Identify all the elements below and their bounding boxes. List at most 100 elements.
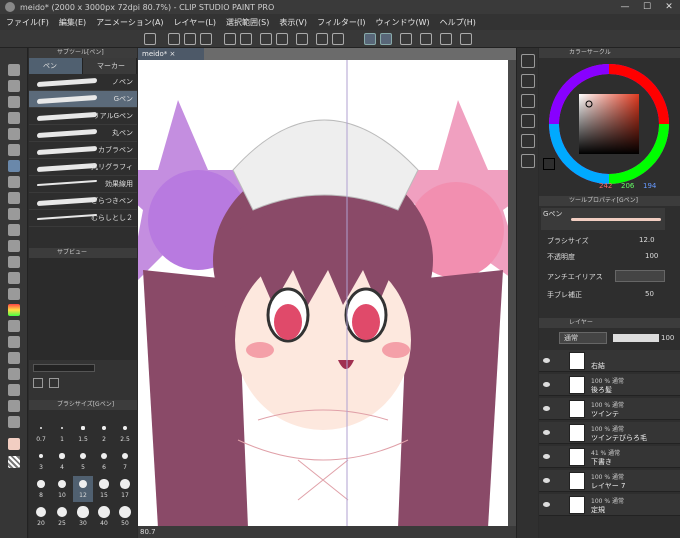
subview-rotate-icon[interactable] [49,378,59,388]
transform-icon[interactable] [296,33,308,45]
pencil-tool-icon[interactable] [8,176,20,188]
eye-icon[interactable] [543,502,550,507]
eye-icon[interactable] [543,406,550,411]
open-icon[interactable] [184,33,196,45]
menu-animation[interactable]: アニメーション(A) [96,17,163,28]
menu-view[interactable]: 表示(V) [279,17,307,28]
brush-size-cell[interactable]: 40 [94,504,114,530]
decoration-tool-icon[interactable] [8,224,20,236]
layer-row[interactable]: 100 % 通常 後ろ髪 [539,374,680,396]
document-tab[interactable]: meido* × [138,48,204,60]
brush-size-cell[interactable]: 1.5 [73,420,93,446]
save-icon[interactable] [200,33,212,45]
airbrush-tool-icon[interactable] [8,208,20,220]
menu-help[interactable]: ヘルプ(H) [440,17,476,28]
menu-window[interactable]: ウィンドウ(W) [376,17,430,28]
brush-size-value[interactable]: 12.0 [639,236,655,244]
brush-size-cell[interactable]: 5 [73,448,93,474]
brush-tool-icon[interactable] [8,192,20,204]
brush-size-cell[interactable]: 10 [52,476,72,502]
pen-tool-icon[interactable] [8,160,20,172]
brush-size-cell[interactable]: 7 [115,448,135,474]
close-button[interactable]: ✕ [658,0,680,14]
layer-row[interactable]: 右結 [539,350,680,372]
select-all-icon[interactable] [316,33,328,45]
subview-zoom-icon[interactable] [33,378,43,388]
layer-row[interactable]: 100 % 通常 レイヤー 7 [539,470,680,492]
brush-item[interactable]: ノペン [29,74,137,91]
brush-size-cell[interactable]: 30 [73,504,93,530]
brush-size-cell[interactable]: 20 [31,504,51,530]
brush-item[interactable]: 効果線用 [29,176,137,193]
menu-layer[interactable]: レイヤー(L) [174,17,216,28]
transparent-color-swatch[interactable] [8,456,20,468]
brush-size-cell[interactable]: 3 [31,448,51,474]
blend-tool-icon[interactable] [8,256,20,268]
menu-filter[interactable]: フィルター(I) [317,17,365,28]
move-tool-icon[interactable] [8,96,20,108]
panel-icon[interactable] [521,154,535,168]
tab-pen[interactable]: ペン [29,58,83,74]
layer-row[interactable]: 100 % 通常 ツインテ [539,398,680,420]
undo-icon[interactable] [224,33,236,45]
brush-size-cell[interactable]: 2 [94,420,114,446]
line-tool-icon[interactable] [8,400,20,412]
brush-item[interactable]: ざらつきペン [29,193,137,210]
subview-slider[interactable] [33,364,95,372]
tab-marker[interactable]: マーカー [83,58,137,74]
figure-tool-icon[interactable] [8,320,20,332]
eye-icon[interactable] [543,478,550,483]
color-gradient-icon[interactable] [8,304,20,316]
maximize-button[interactable]: ☐ [636,0,658,14]
snap-grid-icon[interactable] [400,33,412,45]
brush-size-cell[interactable]: 8 [31,476,51,502]
layer-opacity-value[interactable]: 100 [661,334,674,342]
clear-icon[interactable] [260,33,272,45]
ruler-icon[interactable] [460,33,472,45]
eyedropper-tool-icon[interactable] [8,144,20,156]
brush-size-cell[interactable]: 12 [73,476,93,502]
minimize-button[interactable]: — [614,0,636,14]
panel-icon[interactable] [521,114,535,128]
stabilization-value[interactable]: 50 [645,290,654,298]
brush-size-cell[interactable]: 17 [115,476,135,502]
zoom-value[interactable]: 80.7 [140,528,156,536]
fill-icon[interactable] [276,33,288,45]
eraser-tool-icon[interactable] [8,240,20,252]
panel-icon[interactable] [521,94,535,108]
fill-tool-icon[interactable] [8,272,20,284]
operation-tool-icon[interactable] [8,80,20,92]
menu-edit[interactable]: 編集(E) [59,17,86,28]
brush-item[interactable]: 丸ペン [29,125,137,142]
auto-select-tool-icon[interactable] [8,128,20,140]
eye-icon[interactable] [543,382,550,387]
menu-file[interactable]: ファイル(F) [6,17,49,28]
panel-icon[interactable] [521,74,535,88]
frame-tool-icon[interactable] [8,336,20,348]
opacity-slider[interactable] [613,334,659,342]
brush-size-cell[interactable]: 50 [115,504,135,530]
panel-icon[interactable] [521,134,535,148]
antialias-selector[interactable] [615,270,665,282]
eyedropper-icon[interactable] [420,33,432,45]
snap-special-ruler-icon[interactable] [380,33,392,45]
eye-icon[interactable] [543,454,550,459]
color-icon[interactable] [440,33,452,45]
text-tool-icon[interactable] [8,368,20,380]
layer-row[interactable]: 100 % 通常 ツインテびらろ毛 [539,422,680,444]
drawing-canvas[interactable] [138,60,508,528]
brush-size-cell[interactable]: 4 [52,448,72,474]
deselect-icon[interactable] [332,33,344,45]
brush-size-cell[interactable]: 15 [94,476,114,502]
zoom-tool-icon[interactable] [8,64,20,76]
brush-size-cell[interactable]: 6 [94,448,114,474]
brush-size-cell[interactable]: 25 [52,504,72,530]
selection-tool-icon[interactable] [8,112,20,124]
layer-row[interactable]: 100 % 通常 定規 [539,494,680,516]
ruler-tool-icon[interactable] [8,352,20,364]
eye-icon[interactable] [543,358,550,363]
gradient-tool-icon[interactable] [8,288,20,300]
canvas-icon[interactable] [144,33,156,45]
balloon-tool-icon[interactable] [8,384,20,396]
opacity-value[interactable]: 100 [645,252,658,260]
